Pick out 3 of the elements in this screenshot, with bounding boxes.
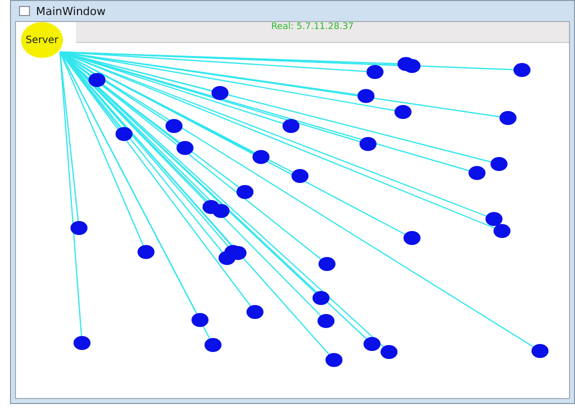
window-title: MainWindow [36, 4, 106, 18]
app-icon [19, 6, 30, 16]
status-text: Real: 5.7.11.28.37 [271, 22, 354, 34]
